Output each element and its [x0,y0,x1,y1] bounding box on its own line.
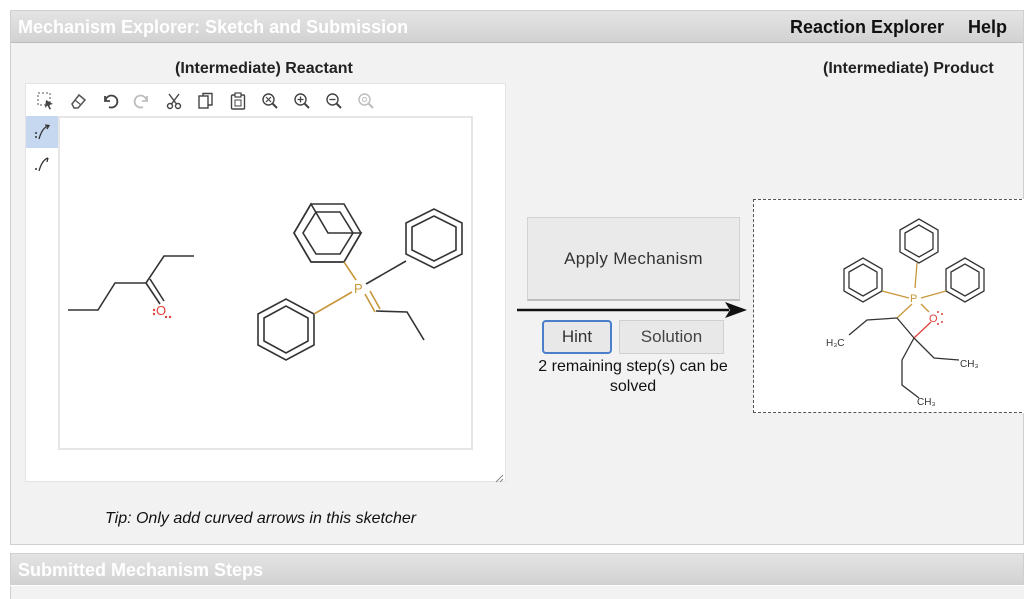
mechanism-explorer-panel: Mechanism Explorer: Sketch and Submissio… [10,10,1024,545]
zoom-reset-icon[interactable] [350,88,382,114]
oxygen-atom[interactable]: O [156,303,166,318]
help-link[interactable]: Help [968,17,1007,38]
apply-mechanism-button[interactable]: Apply Mechanism [527,217,740,301]
paste-icon[interactable] [222,88,254,114]
submitted-steps-bar[interactable]: Submitted Mechanism Steps [10,553,1024,585]
methyl-label-a: H₃C [826,338,845,349]
methyl-label-c: CH₃ [917,397,936,408]
product-oxygen-atom[interactable]: O [929,313,938,325]
sketch-canvas[interactable]: O P [58,116,473,450]
product-structure: P O H₃C CH₃ CH₃ [826,218,985,408]
phosphorus-atom[interactable]: P [354,281,363,296]
page-title: Mechanism Explorer: Sketch and Submissio… [18,17,409,37]
zoom-out-icon[interactable] [318,88,350,114]
selection-icon[interactable] [30,88,62,114]
sketcher-side-tools [26,116,58,180]
sketcher-toolbar [30,88,382,114]
header-bar: Mechanism Explorer: Sketch and Submissio… [11,11,1023,43]
reactant-label: (Intermediate) Reactant [175,60,353,77]
product-phosphorus-atom[interactable]: P [910,293,917,305]
sketcher-tip: Tip: Only add curved arrows in this sket… [105,510,417,527]
copy-icon[interactable] [190,88,222,114]
curved-arrow-single-electron-icon[interactable] [26,148,58,180]
methyl-label-b: CH₃ [960,359,979,370]
zoom-in-icon[interactable] [286,88,318,114]
zoom-fit-icon[interactable] [254,88,286,114]
eraser-icon[interactable] [62,88,94,114]
solution-button[interactable]: Solution [619,320,724,354]
reactant-sketcher: O P [25,83,506,483]
cut-icon[interactable] [158,88,190,114]
ketone-molecule [68,255,194,311]
product-display: P O H₃C CH₃ CH₃ [753,199,1024,413]
curved-arrow-electron-pair-icon[interactable] [26,116,58,148]
remaining-steps-text: 2 remaining step(s) can be solved [538,358,728,395]
undo-icon[interactable] [94,88,126,114]
product-label: (Intermediate) Product [823,60,994,77]
hint-button[interactable]: Hint [542,320,612,354]
resize-handle[interactable] [494,470,504,483]
reaction-explorer-link[interactable]: Reaction Explorer [790,17,944,38]
submitted-steps-title: Submitted Mechanism Steps [18,560,264,580]
submitted-steps-content [10,586,1024,599]
reactant-structures: O P [68,202,463,361]
redo-icon[interactable] [126,88,158,114]
